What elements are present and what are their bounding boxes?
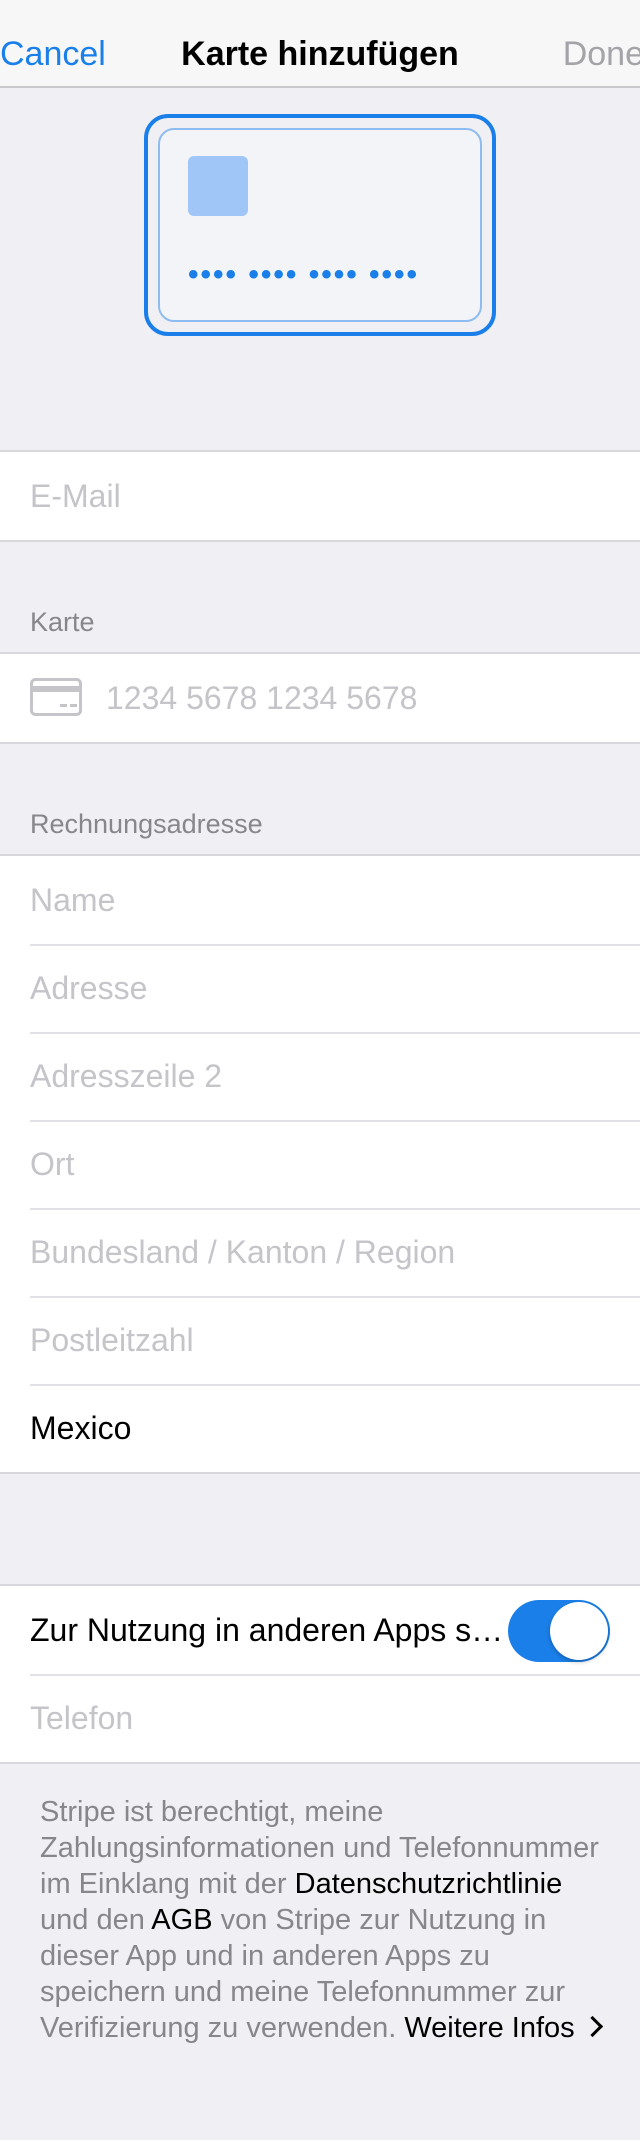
city-field[interactable]: Ort [30, 1120, 74, 1208]
card-number-input[interactable]: 1234 5678 1234 5678 [106, 654, 417, 742]
postal-code-row[interactable]: Postleitzahl [0, 1296, 640, 1384]
card-section-header: Karte [30, 607, 95, 637]
card-chip-icon [188, 156, 248, 216]
legal-disclaimer: Stripe ist berechtigt, meine Zahlungsinf… [40, 1794, 603, 2046]
learn-more-link[interactable]: Weitere Infos [404, 2012, 603, 2044]
save-toggle-label: Zur Nutzung in anderen Apps speichern [30, 1612, 508, 1648]
credit-card-icon [30, 678, 82, 716]
state-field[interactable]: Bundesland / Kanton / Region [30, 1208, 455, 1296]
country-selector[interactable]: Mexico [30, 1384, 131, 1472]
billing-address-group: Name Adresse Adresszeile 2 Ort Bundeslan… [0, 854, 640, 1474]
privacy-policy-link[interactable]: Datenschutzrichtlinie [295, 1868, 563, 1900]
link-group: Zur Nutzung in anderen Apps speichern Te… [0, 1584, 640, 1764]
name-field[interactable]: Name [30, 856, 115, 944]
state-row[interactable]: Bundesland / Kanton / Region [0, 1208, 640, 1296]
legal-text-part-2: und den [40, 1904, 152, 1936]
address-row[interactable]: Adresse [0, 944, 640, 1032]
save-toggle-row: Zur Nutzung in anderen Apps speichern [0, 1586, 640, 1674]
navigation-bar: Karte hinzufügen Cancel Done [0, 0, 640, 88]
name-row[interactable]: Name [0, 856, 640, 944]
cancel-button[interactable]: Cancel [0, 30, 106, 78]
chevron-right-icon [581, 2015, 603, 2038]
phone-row[interactable]: Telefon [0, 1674, 640, 1762]
address-field[interactable]: Adresse [30, 944, 147, 1032]
address-line-2-row[interactable]: Adresszeile 2 [0, 1032, 640, 1120]
terms-link[interactable]: AGB [151, 1904, 212, 1936]
postal-code-field[interactable]: Postleitzahl [30, 1296, 194, 1384]
card-group: 1234 5678 1234 5678 [0, 652, 640, 744]
phone-field[interactable]: Telefon [30, 1674, 133, 1762]
card-number-row[interactable]: 1234 5678 1234 5678 [0, 654, 640, 742]
save-toggle-switch[interactable] [508, 1600, 610, 1662]
address-line-2-field[interactable]: Adresszeile 2 [30, 1032, 222, 1120]
card-preview-face: •••• •••• •••• •••• [158, 128, 482, 322]
email-field[interactable]: E-Mail [30, 452, 121, 540]
city-row[interactable]: Ort [0, 1120, 640, 1208]
email-group: E-Mail [0, 450, 640, 542]
email-row[interactable]: E-Mail [0, 452, 640, 540]
toggle-knob [550, 1602, 608, 1660]
country-row[interactable]: Mexico [0, 1384, 640, 1472]
learn-more-label: Weitere Infos [404, 2012, 575, 2044]
card-number-mask: •••• •••• •••• •••• [188, 258, 420, 291]
card-preview: •••• •••• •••• •••• [144, 114, 496, 336]
done-button[interactable]: Done [563, 30, 640, 78]
billing-section-header: Rechnungsadresse [30, 809, 263, 839]
